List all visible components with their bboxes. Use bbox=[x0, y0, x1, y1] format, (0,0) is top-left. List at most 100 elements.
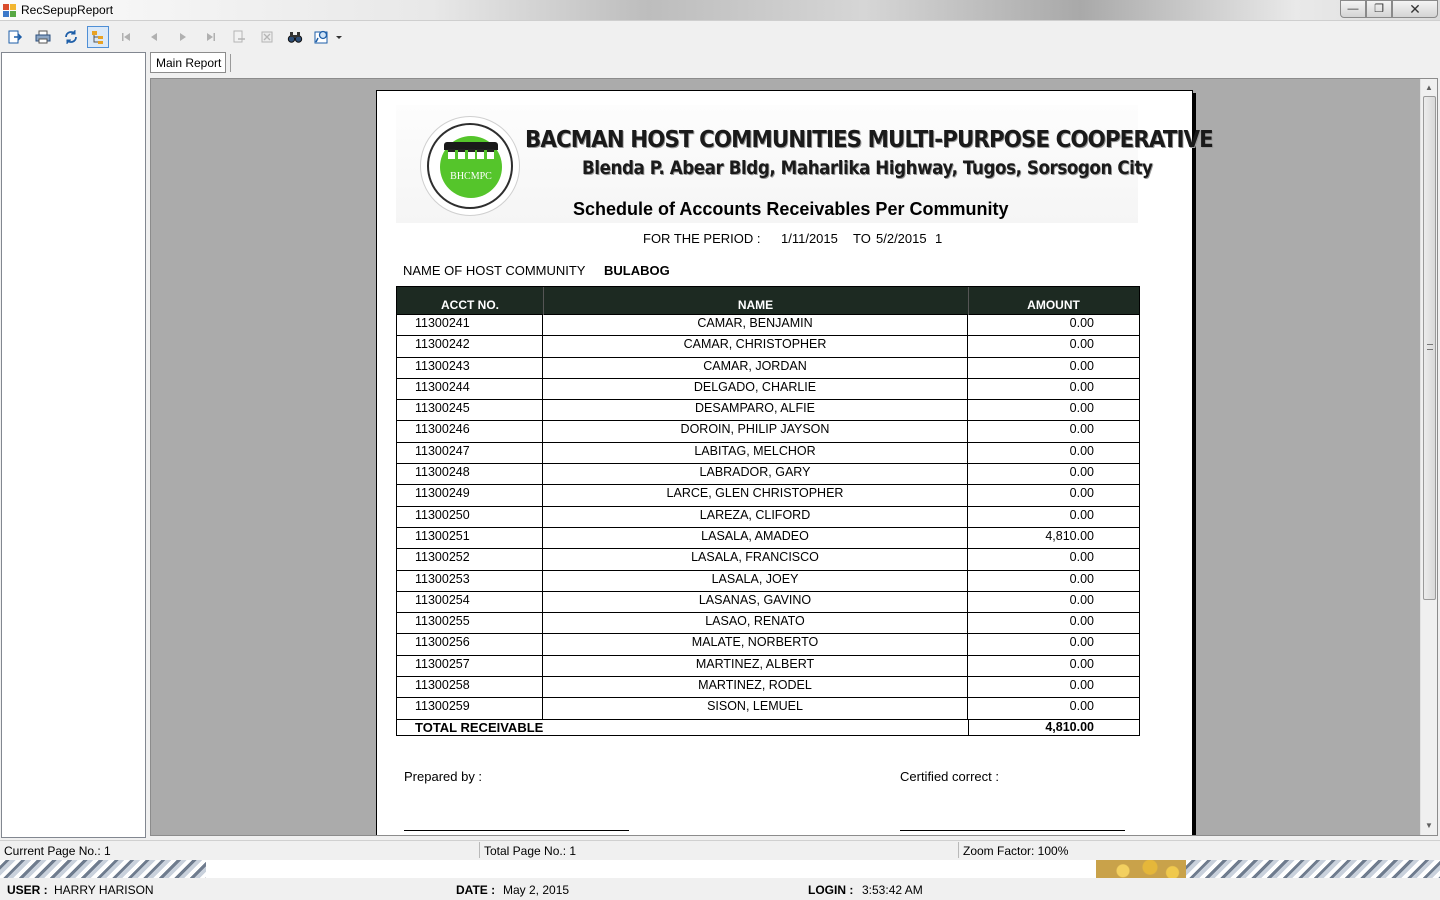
name-cell: LASALA, JOEY bbox=[543, 570, 968, 591]
amount-cell: 0.00 bbox=[1069, 443, 1094, 458]
last-page-icon[interactable] bbox=[200, 26, 222, 48]
cooperative-logo: BHCMPC bbox=[420, 116, 520, 216]
maximize-button[interactable]: ❐ bbox=[1366, 0, 1392, 18]
scroll-up-icon[interactable]: ▲ bbox=[1425, 83, 1433, 92]
logo-text: BHCMPC bbox=[450, 171, 492, 182]
table-row: 11300244 DELGADO, CHARLIE 0.00 bbox=[396, 378, 1140, 401]
group-tree-icon[interactable] bbox=[87, 26, 109, 48]
tab-main-report[interactable]: Main Report bbox=[150, 52, 227, 73]
period-to: 5/2/2015 bbox=[876, 231, 927, 246]
previous-page-icon[interactable] bbox=[143, 26, 165, 48]
refresh-icon[interactable] bbox=[60, 26, 82, 48]
user-label: USER : bbox=[7, 883, 48, 897]
print-icon[interactable] bbox=[32, 26, 54, 48]
scroll-down-icon[interactable]: ▼ bbox=[1425, 821, 1433, 830]
login-value: 3:53:42 AM bbox=[862, 883, 923, 897]
group-tree-pane[interactable] bbox=[1, 52, 146, 838]
table-row: 11300255 LASAO, RENATO 0.00 bbox=[396, 613, 1140, 635]
report-toolbar bbox=[0, 22, 1440, 51]
first-page-icon[interactable] bbox=[115, 26, 137, 48]
next-page-icon[interactable] bbox=[172, 26, 194, 48]
table-row: 11300252 LASALA, FRANCISCO 0.00 bbox=[396, 549, 1140, 571]
acct-cell: 11300252 bbox=[397, 549, 543, 570]
footer-strip bbox=[206, 860, 1096, 878]
table-row: 11300258 MARTINEZ, RODEL 0.00 bbox=[396, 677, 1140, 699]
name-cell: CAMAR, CHRISTOPHER bbox=[543, 336, 968, 357]
minimize-button[interactable]: — bbox=[1340, 0, 1366, 18]
total-label: TOTAL RECEIVABLE bbox=[415, 719, 544, 735]
certified-correct-label: Certified correct : bbox=[900, 769, 999, 784]
name-cell: LASAO, RENATO bbox=[543, 613, 968, 634]
amount-cell: 0.00 bbox=[1069, 379, 1094, 394]
table-row: 11300245 DESAMPARO, ALFIE 0.00 bbox=[396, 400, 1140, 422]
acct-cell: 11300257 bbox=[397, 655, 543, 677]
name-cell: LAREZA, CLIFORD bbox=[543, 506, 968, 527]
amount-cell: 0.00 bbox=[1069, 337, 1094, 352]
acct-cell: 11300247 bbox=[397, 442, 543, 464]
acct-cell: 11300249 bbox=[397, 485, 543, 506]
close-button[interactable]: ✕ bbox=[1392, 0, 1438, 18]
amount-cell: 0.00 bbox=[1069, 571, 1094, 586]
amount-cell: 0.00 bbox=[1069, 699, 1094, 714]
coins-image bbox=[1096, 860, 1186, 878]
go-to-page-icon[interactable] bbox=[228, 26, 250, 48]
table-row: 11300256 MALATE, NORBERTO 0.00 bbox=[396, 634, 1140, 656]
decorative-pattern-right bbox=[1186, 860, 1440, 878]
amount-cell: 0.00 bbox=[1069, 465, 1094, 480]
table-row: 11300248 LABRADOR, GARY 0.00 bbox=[396, 464, 1140, 486]
amount-cell: 0.00 bbox=[1069, 656, 1094, 671]
acct-cell: 11300248 bbox=[397, 464, 543, 485]
scroll-thumb[interactable] bbox=[1423, 96, 1436, 600]
table-row: 11300241 CAMAR, BENJAMIN 0.00 bbox=[396, 315, 1140, 337]
prepared-by-label: Prepared by : bbox=[404, 769, 483, 784]
report-tab-strip: Main Report bbox=[150, 52, 1438, 76]
acct-cell: 11300253 bbox=[397, 570, 543, 591]
zoom-factor-status: Zoom Factor: 100% bbox=[963, 844, 1069, 858]
acct-cell: 11300254 bbox=[397, 591, 543, 613]
receivables-table: ACCT NO. NAME AMOUNT 11300241 CAMAR, BENJ… bbox=[396, 286, 1140, 736]
user-value: HARRY HARISON bbox=[54, 883, 154, 897]
table-row: 11300259 SISON, LEMUEL 0.00 bbox=[396, 698, 1140, 720]
acct-cell: 11300259 bbox=[397, 698, 543, 719]
acct-cell: 11300251 bbox=[397, 527, 543, 549]
cooperative-name: BACMAN HOST COMMUNITIES MULTI-PURPOSE CO… bbox=[525, 127, 1214, 153]
amount-cell: 0.00 bbox=[1069, 486, 1094, 501]
export-icon[interactable] bbox=[4, 26, 26, 48]
table-row: 11300250 LAREZA, CLIFORD 0.00 bbox=[396, 506, 1140, 528]
name-cell: LARCE, GLEN CHRISTOPHER bbox=[543, 485, 968, 506]
name-cell: CAMAR, JORDAN bbox=[543, 357, 968, 378]
name-cell: CAMAR, BENJAMIN bbox=[543, 315, 968, 336]
stop-icon[interactable] bbox=[256, 26, 278, 48]
table-row: 11300243 CAMAR, JORDAN 0.00 bbox=[396, 357, 1140, 379]
amount-cell: 0.00 bbox=[1069, 401, 1094, 416]
table-row: 11300249 LARCE, GLEN CHRISTOPHER 0.00 bbox=[396, 485, 1140, 507]
acct-cell: 11300244 bbox=[397, 378, 543, 400]
name-cell: LASANAS, GAVINO bbox=[543, 591, 968, 613]
title-bar: RecSepupReport — ❐ ✕ bbox=[0, 0, 1440, 21]
table-row: 11300246 DOROIN, PHILIP JAYSON 0.00 bbox=[396, 421, 1140, 443]
name-cell: LASALA, FRANCISCO bbox=[543, 549, 968, 570]
acct-cell: 11300255 bbox=[397, 613, 543, 634]
host-community-label: NAME OF HOST COMMUNITY bbox=[403, 263, 586, 278]
vertical-scrollbar[interactable]: ▲ ▼ bbox=[1420, 79, 1437, 835]
date-value: May 2, 2015 bbox=[503, 883, 570, 897]
amount-cell: 4,810.00 bbox=[1045, 528, 1094, 543]
date-label: DATE : bbox=[456, 883, 496, 897]
period-label: FOR THE PERIOD : bbox=[643, 231, 761, 246]
acct-cell: 11300246 bbox=[397, 421, 543, 442]
zoom-icon[interactable] bbox=[312, 26, 344, 48]
find-icon[interactable] bbox=[284, 26, 306, 48]
amount-cell: 0.00 bbox=[1069, 678, 1094, 693]
table-row: 11300247 LABITAG, MELCHOR 0.00 bbox=[396, 442, 1140, 465]
name-cell: LABITAG, MELCHOR bbox=[543, 442, 968, 464]
table-header: ACCT NO. NAME AMOUNT bbox=[396, 286, 1140, 315]
report-page: BHCMPC BACMAN HOST COMMUNITIES MULTI-PUR… bbox=[376, 90, 1214, 835]
amount-cell: 0.00 bbox=[1069, 507, 1094, 522]
table-row: 11300254 LASANAS, GAVINO 0.00 bbox=[396, 591, 1140, 614]
report-view[interactable]: BHCMPC BACMAN HOST COMMUNITIES MULTI-PUR… bbox=[150, 78, 1438, 836]
host-community-value: BULABOG bbox=[604, 263, 670, 278]
name-cell: DESAMPARO, ALFIE bbox=[543, 400, 968, 421]
total-value: 4,810.00 bbox=[1045, 719, 1094, 734]
acct-cell: 11300242 bbox=[397, 336, 543, 357]
acct-cell: 11300258 bbox=[397, 677, 543, 698]
